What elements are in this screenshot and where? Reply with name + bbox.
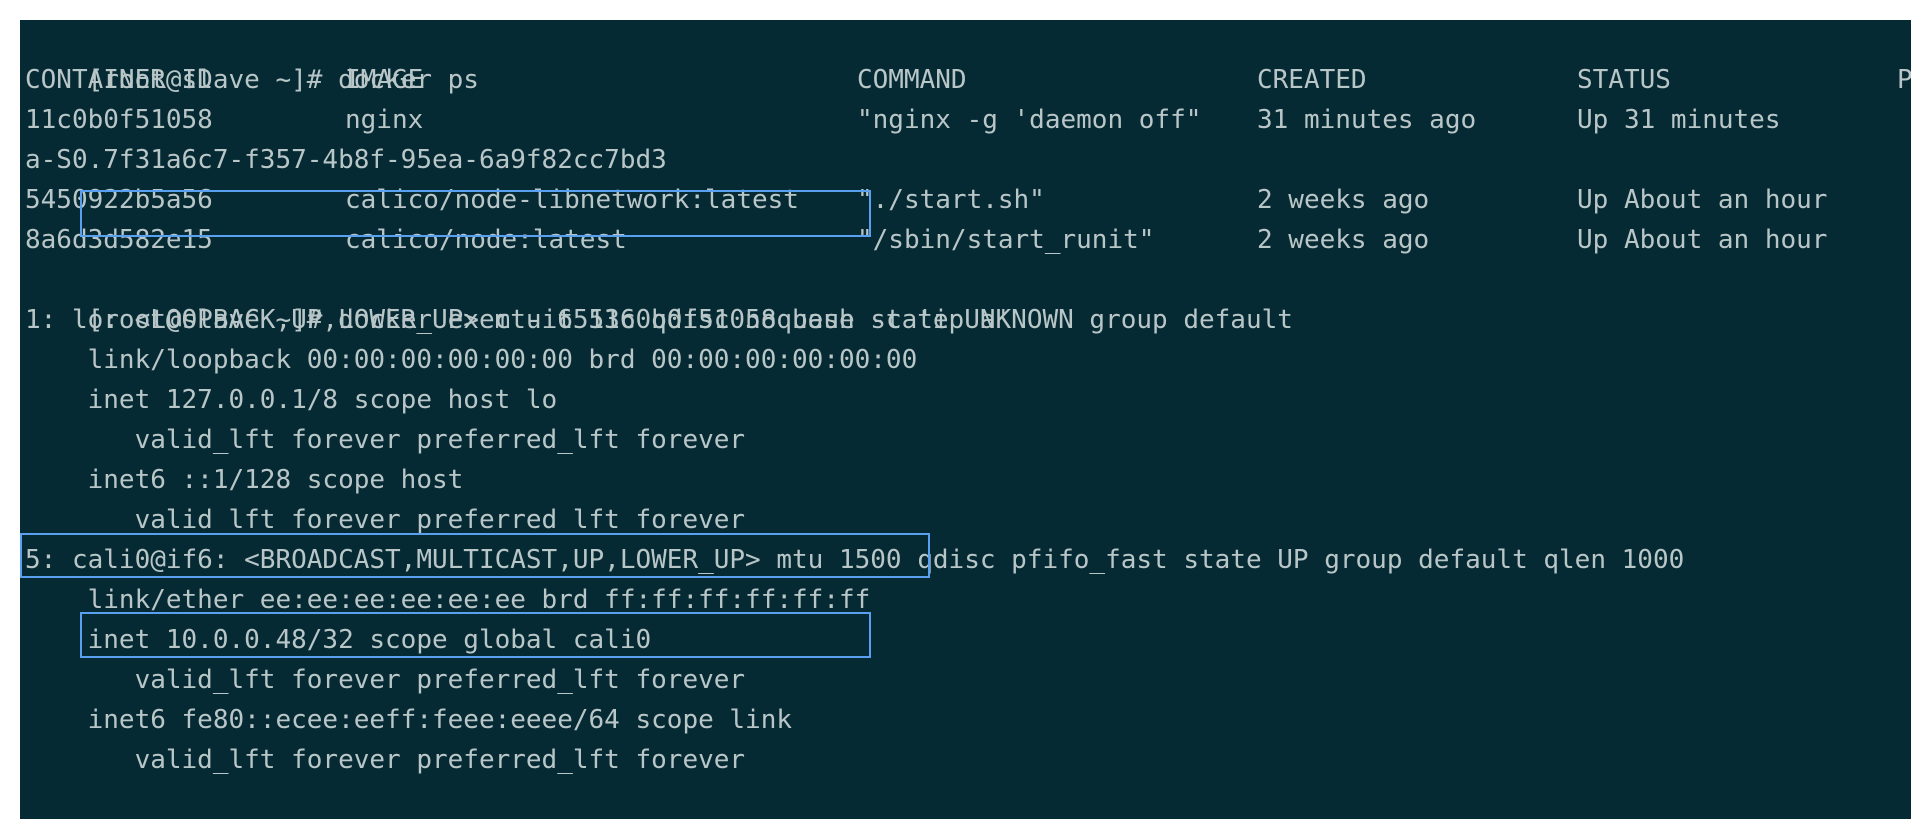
container-command: "nginx -g 'daemon off" bbox=[857, 105, 1202, 135]
container-command: "./start.sh" bbox=[857, 185, 1045, 215]
table-row: 8a6d3d582e15 calico/node:latest "/sbin/s… bbox=[25, 220, 1911, 260]
output-line: valid_lft forever preferred_lft forever bbox=[25, 665, 746, 695]
container-status: Up About an hour bbox=[1577, 225, 1828, 255]
output-line: inet 10.0.0.48/32 scope global cali0 bbox=[25, 625, 652, 655]
header-status: STATUS bbox=[1577, 65, 1671, 95]
table-row: 5450922b5a56 calico/node-libnetwork:late… bbox=[25, 180, 1911, 220]
output-line: 1: lo: <LOOPBACK,UP,LOWER_UP> mtu 65536 … bbox=[25, 305, 1293, 335]
terminal-window[interactable]: [root@slave ~]# docker ps CONTAINER ID I… bbox=[20, 20, 1911, 819]
output-line: inet6 fe80::ecee:eeff:feee:eeee/64 scope… bbox=[25, 705, 793, 735]
wrapped-container-name: a-S0.7f31a6c7-f357-4b8f-95ea-6a9f82cc7bd… bbox=[25, 145, 667, 175]
container-id: 5450922b5a56 bbox=[25, 185, 213, 215]
table-row: 11c0b0f51058 nginx "nginx -g 'daemon off… bbox=[25, 100, 1911, 140]
header-command: COMMAND bbox=[857, 65, 967, 95]
container-created: 31 minutes ago bbox=[1257, 105, 1477, 135]
container-status: Up 31 minutes bbox=[1577, 105, 1781, 135]
header-ports: P bbox=[1897, 65, 1911, 95]
output-line: valid_lft forever preferred_lft forever bbox=[25, 425, 746, 455]
header-image: IMAGE bbox=[345, 65, 424, 95]
header-created: CREATED bbox=[1257, 65, 1367, 95]
container-id: 11c0b0f51058 bbox=[25, 105, 213, 135]
command-line: [root@slave ~]# docker ps bbox=[25, 20, 479, 95]
container-created: 2 weeks ago bbox=[1257, 185, 1430, 215]
container-created: 2 weeks ago bbox=[1257, 225, 1430, 255]
output-line: link/loopback 00:00:00:00:00:00 brd 00:0… bbox=[25, 345, 918, 375]
output-line: inet6 ::1/128 scope host bbox=[25, 465, 464, 495]
table-header: CONTAINER ID IMAGE COMMAND CREATED STATU… bbox=[25, 60, 1911, 100]
output-line: inet 127.0.0.1/8 scope host lo bbox=[25, 385, 558, 415]
output-line: link/ether ee:ee:ee:ee:ee:ee brd ff:ff:f… bbox=[25, 585, 871, 615]
output-line: valid_lft forever preferred_lft forever bbox=[25, 745, 746, 775]
container-image: calico/node:latest bbox=[345, 225, 627, 255]
output-line: valid_lft forever preferred_lft forever bbox=[25, 505, 746, 535]
header-container-id: CONTAINER ID bbox=[25, 65, 213, 95]
container-id: 8a6d3d582e15 bbox=[25, 225, 213, 255]
container-image: nginx bbox=[345, 105, 424, 135]
output-line: 5: cali0@if6: <BROADCAST,MULTICAST,UP,LO… bbox=[25, 545, 1685, 575]
command-line[interactable]: [root@slave ~]# bbox=[25, 780, 360, 819]
container-command: "/sbin/start_runit" bbox=[857, 225, 1155, 255]
container-status: Up About an hour bbox=[1577, 185, 1828, 215]
container-image: calico/node-libnetwork:latest bbox=[345, 185, 799, 215]
command-line: [root@slave ~]# docker exec -it 11c0b0f5… bbox=[25, 260, 1012, 335]
